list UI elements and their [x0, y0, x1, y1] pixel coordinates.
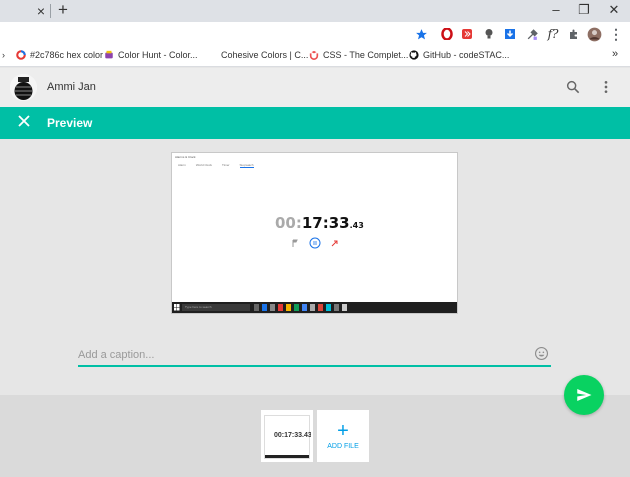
eyedropper-icon[interactable] — [524, 26, 540, 42]
timer-main: 17:33 — [301, 214, 350, 232]
new-tab-button[interactable]: + — [58, 0, 68, 20]
embedded-taskbar-apps — [254, 304, 347, 311]
stopwatch-readout: 00:17:33.43 — [275, 213, 364, 232]
taskbar-app-icon — [278, 304, 283, 311]
thumbnail-image: 00:17:33.43 — [264, 415, 312, 459]
taskbar-app-icon — [294, 304, 299, 311]
record-icon[interactable] — [459, 26, 475, 42]
close-window-button[interactable]: ✕ — [606, 2, 622, 18]
embedded-tab: Alarm — [178, 163, 186, 167]
bookmarks-bar: › #2c786c hex color Color Hunt - Color..… — [0, 46, 630, 67]
preview-title: Preview — [47, 116, 93, 130]
opera-icon[interactable] — [439, 26, 455, 42]
embedded-taskbar-search: Type here to search — [182, 304, 250, 311]
add-file-button[interactable]: + ADD FILE — [317, 410, 369, 462]
browser-tabstrip: × + – ❐ ✕ — [0, 0, 630, 22]
bookmarks-overflow-button[interactable]: » — [612, 48, 618, 60]
embedded-window-title: Alarms & Clock — [175, 155, 196, 159]
bookmark-color-hunt[interactable]: Color Hunt - Color... — [104, 50, 198, 60]
tab-close-icon[interactable]: × — [34, 3, 48, 19]
puzzle-icon[interactable] — [566, 26, 582, 42]
bookmark-cohesive-colors[interactable]: Cohesive Colors | C... — [221, 50, 308, 60]
taskbar-app-icon — [310, 304, 315, 311]
add-file-label: ADD FILE — [327, 443, 359, 450]
chat-header: Ammi Jan — [0, 68, 630, 107]
bookmark-hex-color[interactable]: #2c786c hex color — [16, 50, 103, 60]
restore-button[interactable]: ❐ — [576, 2, 592, 18]
thumbnail-timer: 00:17:33.43 — [274, 432, 312, 439]
kebab-icon[interactable]: ⋮ — [608, 26, 624, 42]
windows-icon — [174, 304, 180, 311]
profile-icon[interactable] — [586, 26, 602, 42]
caption-input[interactable] — [78, 347, 518, 363]
stopwatch-controls — [292, 237, 338, 249]
minimize-button[interactable]: – — [548, 2, 564, 17]
avatar[interactable] — [10, 74, 37, 101]
menu-icon[interactable] — [598, 79, 614, 95]
embedded-tab: World Clock — [195, 163, 212, 167]
taskbar-app-icon — [334, 304, 339, 311]
bookmark-label: CSS - The Complet... — [323, 50, 409, 60]
star-icon[interactable] — [413, 26, 429, 42]
caption-field — [78, 344, 551, 367]
ring-icon — [16, 50, 26, 60]
bookmark-css-complete[interactable]: CSS - The Complet... — [309, 50, 408, 60]
bookmark-label: Cohesive Colors | C... — [221, 50, 309, 60]
embedded-tab: Stopwatch — [239, 163, 254, 168]
taskbar-app-icon — [254, 304, 259, 311]
embedded-content: 00:17:33.43 — [172, 175, 457, 293]
download-icon[interactable] — [502, 26, 518, 42]
github-icon — [409, 50, 419, 60]
bookmark-label: Color Hunt - Color... — [118, 50, 198, 60]
embedded-tab: Timer — [221, 163, 230, 167]
taskbar-app-icon — [342, 304, 347, 311]
taskbar-app-icon — [262, 304, 267, 311]
thumbnail-taskbar — [265, 455, 309, 458]
timer-ms: .43 — [349, 221, 364, 230]
send-button[interactable] — [564, 375, 604, 415]
bulb-icon[interactable] — [481, 26, 497, 42]
browser-toolbar: f? ⋮ — [0, 22, 630, 46]
bookmark-github[interactable]: GitHub - codeSTAC... — [409, 50, 509, 60]
media-thumbnail[interactable]: 00:17:33.43 — [261, 410, 313, 462]
bookmark-overflow-left[interactable]: › — [2, 50, 5, 60]
taskbar-app-icon — [318, 304, 323, 311]
embedded-tabs: Alarm World Clock Timer Stopwatch — [178, 163, 254, 168]
udemy-icon — [309, 50, 319, 60]
send-icon — [577, 389, 592, 401]
taskbar-app-icon — [270, 304, 275, 311]
taskbar-app-icon — [326, 304, 331, 311]
colorhunt-icon — [105, 50, 113, 59]
close-icon[interactable] — [17, 114, 31, 128]
bookmark-label: #2c786c hex color — [30, 50, 104, 60]
search-icon[interactable] — [565, 79, 581, 95]
timer-hours: 00: — [275, 214, 302, 232]
media-tray — [0, 395, 630, 477]
emoji-icon[interactable] — [534, 346, 549, 361]
contact-name[interactable]: Ammi Jan — [47, 81, 96, 93]
plus-icon: + — [337, 420, 349, 442]
fx-icon[interactable]: f? — [545, 26, 561, 42]
bookmark-label: GitHub - codeSTAC... — [423, 50, 510, 60]
taskbar-app-icon — [286, 304, 291, 311]
embedded-taskbar: Type here to search — [172, 302, 457, 313]
preview-image: Alarms & Clock Alarm World Clock Timer S… — [171, 152, 458, 314]
preview-header: Preview — [0, 107, 630, 139]
tab-separator — [50, 4, 51, 18]
taskbar-app-icon — [302, 304, 307, 311]
